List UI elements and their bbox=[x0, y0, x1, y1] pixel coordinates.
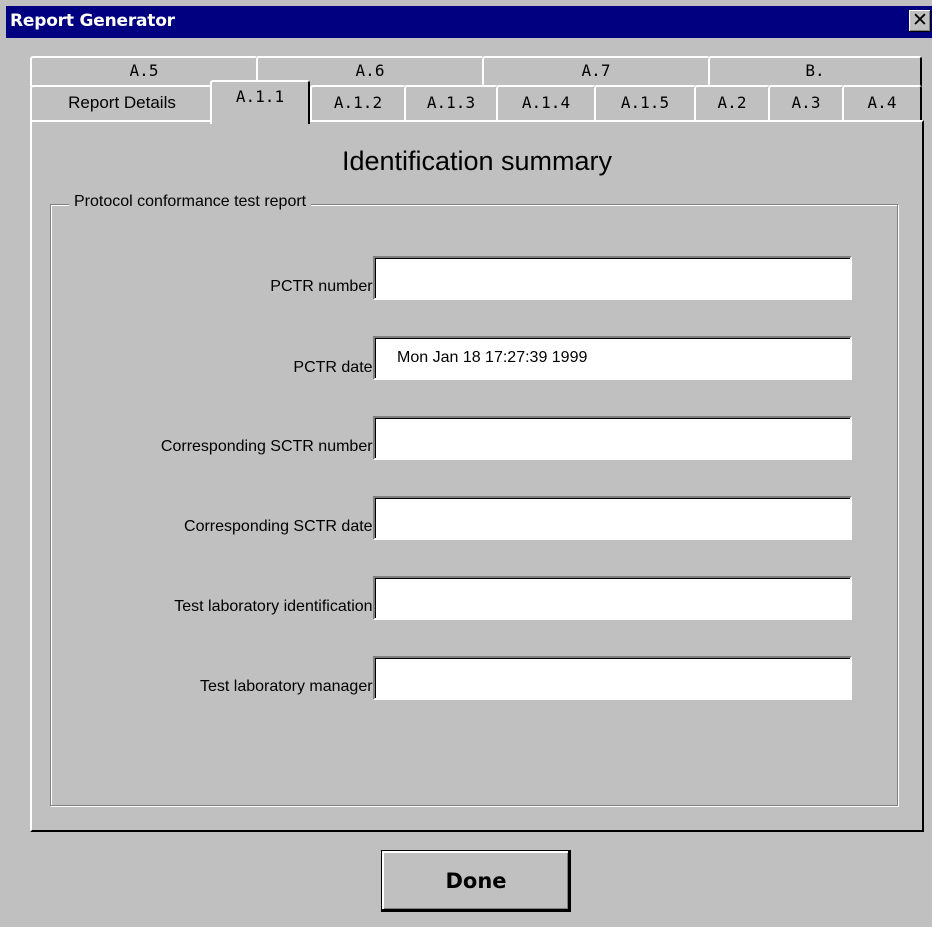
sctr-date-label: Corresponding SCTR date: bbox=[184, 518, 377, 535]
tab-a4[interactable]: A.4 bbox=[842, 85, 922, 121]
tab-a3[interactable]: A.3 bbox=[768, 85, 844, 121]
page-title: Identification summary bbox=[341, 146, 613, 176]
lab-manager-label: Test laboratory manager: bbox=[200, 678, 377, 695]
lab-manager-field[interactable] bbox=[373, 656, 852, 700]
tab-panel: Identification summary Protocol conforma… bbox=[30, 120, 924, 832]
tab-b[interactable]: B. bbox=[708, 56, 922, 86]
sctr-date-field[interactable] bbox=[373, 496, 852, 540]
tab-a2[interactable]: A.2 bbox=[694, 85, 770, 121]
tab-a1-5[interactable]: A.1.5 bbox=[594, 85, 696, 121]
sctr-number-label: Corresponding SCTR number: bbox=[160, 438, 377, 455]
pctr-date-field[interactable] bbox=[373, 336, 852, 380]
tab-a1-2[interactable]: A.1.2 bbox=[310, 85, 406, 121]
pctr-number-label: PCTR number: bbox=[270, 278, 377, 295]
title-bar[interactable]: Report Generator ✕ bbox=[6, 6, 932, 38]
done-button[interactable]: Done bbox=[381, 850, 571, 912]
pctr-date-label: PCTR date: bbox=[293, 359, 377, 376]
close-button[interactable]: ✕ bbox=[909, 10, 931, 32]
tab-report-details[interactable]: Report Details bbox=[30, 85, 214, 121]
report-generator-window: Report Generator ✕ A.5 A.6 A.7 B. Report… bbox=[0, 0, 932, 927]
sctr-number-field[interactable] bbox=[373, 416, 852, 460]
window-title: Report Generator bbox=[10, 11, 175, 31]
group-label: Protocol conformance test report bbox=[69, 193, 312, 211]
tab-a1-4[interactable]: A.1.4 bbox=[496, 85, 596, 121]
tab-a7[interactable]: A.7 bbox=[482, 56, 710, 86]
lab-identification-field[interactable] bbox=[373, 576, 852, 620]
tab-a1-1[interactable]: A.1.1 bbox=[210, 80, 310, 124]
pctr-number-field[interactable] bbox=[373, 256, 852, 300]
protocol-conformance-group: Protocol conformance test report PCTR nu… bbox=[50, 193, 898, 806]
tab-a1-3[interactable]: A.1.3 bbox=[404, 85, 498, 121]
lab-identification-label: Test laboratory identification: bbox=[174, 598, 377, 615]
close-icon: ✕ bbox=[912, 9, 928, 31]
